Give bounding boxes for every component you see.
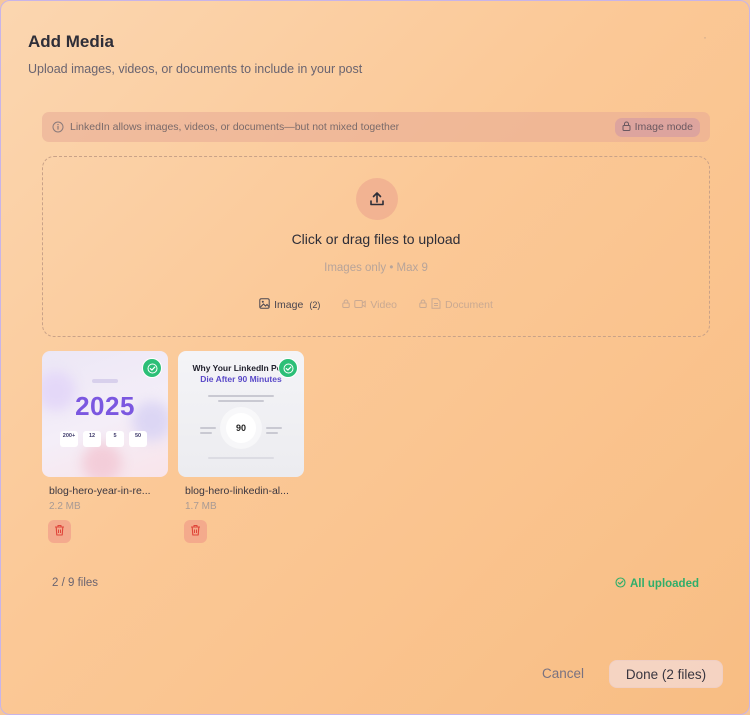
file-name: blog-hero-linkedin-al... [185,485,289,497]
file-size: 2.2 MB [49,501,81,512]
thumb-center-number: 90 [226,413,256,443]
uploaded-check-icon [142,358,162,378]
file-thumbnail[interactable]: Why Your LinkedIn Post Die After 90 Minu… [178,351,304,477]
dropzone-hint: Images only • Max 9 [324,262,428,274]
thumb-year-text: 2025 [75,391,135,421]
media-type-notice: LinkedIn allows images, videos, or docum… [42,112,710,142]
type-document-label: Document [445,299,493,311]
image-icon [259,298,270,312]
video-icon [354,299,367,312]
type-image-count: (2) [309,300,321,310]
type-document: Document [419,298,493,312]
type-image[interactable]: Image (2) [259,298,320,312]
type-video-label: Video [370,299,397,311]
check-circle-icon [615,577,626,591]
file-name: blog-hero-year-in-re... [49,485,151,497]
info-icon [52,121,64,133]
lock-icon [622,121,631,134]
add-media-dialog: Add Media Upload images, videos, or docu… [0,0,750,715]
upload-icon [356,178,398,220]
thumb-stat: 50 [129,431,147,447]
dropzone-title: Click or drag files to upload [291,231,461,247]
file-count: 2 / 9 files [52,577,99,589]
thumb-stat: 200+ [60,431,78,447]
close-icon[interactable]: · [703,31,711,43]
mode-label: Image mode [634,121,693,133]
uploaded-file-card: 2025 200+ 12 5 50 blog-hero-year-in-re..… [42,351,168,543]
upload-status: All uploaded [615,577,699,591]
file-thumbnail[interactable]: 2025 200+ 12 5 50 [42,351,168,477]
trash-icon [190,523,201,541]
lock-icon [419,299,427,311]
thumb-stat: 12 [83,431,101,447]
file-size: 1.7 MB [185,501,217,512]
type-video: Video [342,298,397,312]
notice-text: LinkedIn allows images, videos, or docum… [70,121,400,133]
lock-icon [342,299,351,311]
trash-icon [54,523,65,541]
delete-file-button[interactable] [184,520,207,543]
dialog-title: Add Media [28,32,114,51]
uploaded-check-icon [278,358,298,378]
delete-file-button[interactable] [48,520,71,543]
dialog-subtitle: Upload images, videos, or documents to i… [28,62,363,76]
media-type-list: Image (2) Video Document [43,298,709,312]
cancel-button[interactable]: Cancel [535,660,591,688]
thumb-stat: 5 [106,431,124,447]
type-image-label: Image [274,299,304,311]
document-icon [431,298,441,312]
uploaded-file-card: Why Your LinkedIn Post Die After 90 Minu… [178,351,304,543]
done-button[interactable]: Done (2 files) [609,660,723,688]
image-mode-badge: Image mode [614,117,700,137]
upload-status-label: All uploaded [630,578,699,590]
upload-dropzone[interactable]: Click or drag files to upload Images onl… [42,156,710,337]
thumb-stats: 200+ 12 5 50 [60,431,147,447]
